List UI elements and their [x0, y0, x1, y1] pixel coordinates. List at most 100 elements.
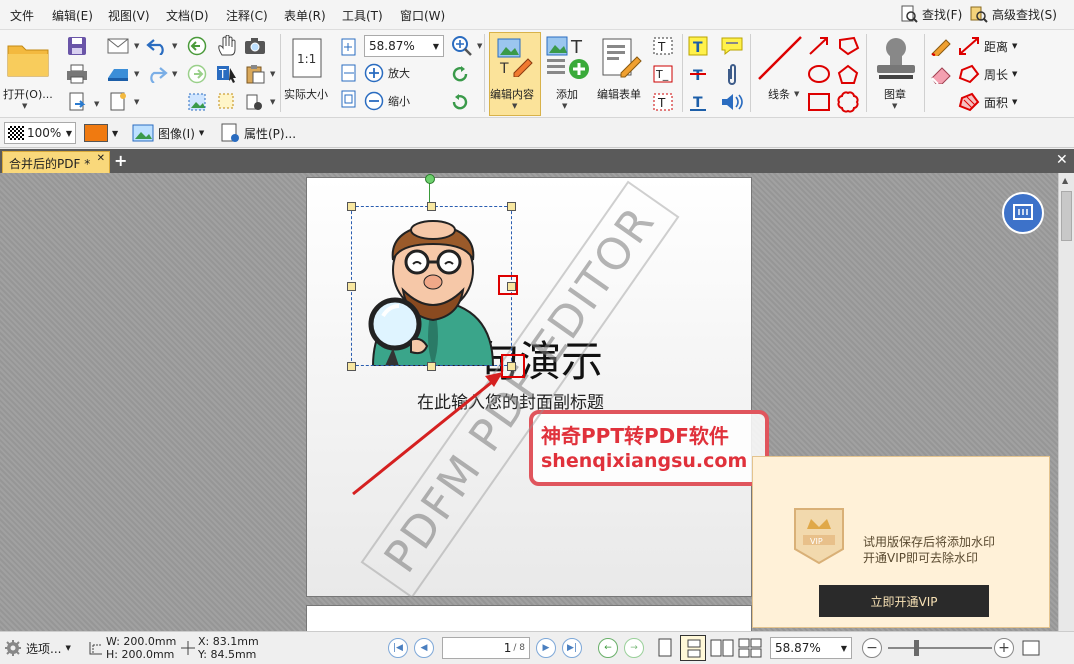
undo-button[interactable] [144, 34, 170, 58]
eraser-tool-button[interactable] [928, 62, 954, 86]
find-tool-dropdown-icon[interactable]: ▼ [270, 98, 275, 106]
attachment-button[interactable] [718, 62, 746, 86]
redo-dropdown-icon[interactable]: ▼ [172, 70, 177, 78]
rectangle-tool-button[interactable] [806, 90, 832, 114]
menu-form[interactable]: 表单(R) [284, 7, 326, 24]
open-vip-button[interactable]: 立即开通VIP [819, 585, 989, 617]
cloud-tool-button[interactable] [834, 90, 862, 114]
zoom-dropdown[interactable]: 58.87% ▼ [364, 35, 444, 57]
scan-button[interactable] [104, 62, 132, 86]
zoom-tool-dropdown-icon[interactable]: ▼ [477, 42, 482, 50]
add-dropdown-icon[interactable]: ▼ [562, 102, 567, 110]
add-button[interactable]: T [544, 34, 592, 82]
zoom-slider[interactable] [888, 647, 992, 649]
stamp-dropdown-icon[interactable]: ▼ [892, 102, 897, 110]
rotate-right-button[interactable] [448, 90, 472, 114]
rotation-handle[interactable] [425, 174, 435, 184]
resize-handle-nw[interactable] [347, 202, 356, 211]
clipboard-button[interactable] [242, 62, 268, 86]
page-number-input[interactable]: 1 / 8 [442, 637, 530, 659]
menu-window[interactable]: 窗口(W) [400, 7, 445, 24]
rotate-left-button[interactable] [448, 62, 472, 86]
resize-handle-ne[interactable] [507, 202, 516, 211]
snapshot-select-button[interactable] [184, 90, 210, 114]
next-page-icon[interactable]: ▶ [536, 638, 556, 658]
zoom-slider-thumb[interactable] [914, 640, 919, 656]
facing-page-icon[interactable] [710, 638, 734, 658]
new-dropdown-icon[interactable]: ▼ [134, 98, 139, 106]
save-button[interactable] [64, 34, 90, 58]
last-page-icon[interactable]: ▶| [562, 638, 582, 658]
menu-edit[interactable]: 编辑(E) [52, 7, 93, 24]
actual-size-button[interactable]: 1:1 [288, 36, 326, 80]
facing-continuous-icon[interactable] [738, 638, 762, 658]
highlight-text-button[interactable]: T [686, 34, 710, 58]
edit-content-dropdown-icon[interactable]: ▼ [512, 102, 517, 110]
polygon-tool-button[interactable] [834, 34, 862, 58]
email-button[interactable] [104, 34, 132, 58]
advanced-find-button[interactable]: 高级查找(S) [970, 5, 1057, 23]
tab-close-icon[interactable]: ✕ [97, 153, 105, 164]
typewriter-button[interactable]: T [650, 34, 676, 58]
options-button[interactable]: 选项... ▼ [4, 638, 80, 658]
zoom-out-button[interactable]: 缩小 [364, 90, 424, 112]
callout-text-button[interactable]: T [650, 90, 676, 114]
resize-handle-w[interactable] [347, 282, 356, 291]
new-tab-icon[interactable]: + [114, 151, 127, 170]
zoom-out-circle-icon[interactable]: − [862, 638, 882, 658]
print-button[interactable] [64, 62, 90, 86]
select-area-button[interactable] [214, 90, 240, 114]
pdf-page[interactable]: 一句演示 在此输入您的封面副标题 神奇PPT转PDF软件 shenqixiang… [306, 174, 769, 599]
email-dropdown-icon[interactable]: ▼ [134, 42, 139, 50]
workspace-float-button[interactable] [1002, 192, 1044, 234]
pencil-tool-button[interactable] [928, 34, 954, 58]
perimeter-tool-button[interactable]: 周长 ▼ [958, 62, 1024, 86]
zoom-in-button[interactable]: 放大 [364, 62, 424, 84]
opacity-dropdown[interactable]: 100% ▼ [4, 122, 76, 144]
new-document-button[interactable] [104, 90, 132, 114]
open-dropdown-icon[interactable]: ▼ [22, 102, 27, 110]
find-button[interactable]: 查找(F) [900, 5, 962, 23]
menu-view[interactable]: 视图(V) [108, 7, 150, 24]
redo-button[interactable] [144, 62, 170, 86]
text-field-button[interactable]: T_ [650, 62, 676, 86]
menu-tools[interactable]: 工具(T) [342, 7, 383, 24]
selection-box[interactable] [347, 174, 516, 371]
undo-dropdown-icon[interactable]: ▼ [172, 42, 177, 50]
pentagon-tool-button[interactable] [834, 62, 862, 86]
line-tool-button[interactable] [754, 34, 804, 82]
continuous-page-button[interactable] [680, 635, 706, 661]
menu-file[interactable]: 文件 [10, 7, 34, 24]
resize-handle-n[interactable] [427, 202, 436, 211]
fit-page-button[interactable] [338, 36, 360, 58]
document-tab[interactable]: 合并后的PDF * ✕ [2, 151, 110, 173]
arrow-tool-button[interactable] [806, 34, 832, 58]
image-menu-button[interactable]: 图像(I) ▼ [132, 122, 212, 144]
scrollbar-thumb[interactable] [1061, 191, 1072, 241]
strikeout-button[interactable]: T [686, 62, 710, 86]
select-text-button[interactable]: T [214, 62, 240, 86]
sound-button[interactable] [718, 90, 746, 114]
fit-visible-button[interactable] [338, 88, 360, 110]
back-button[interactable] [184, 34, 210, 58]
clipboard-dropdown-icon[interactable]: ▼ [270, 70, 275, 78]
hand-tool-button[interactable] [214, 34, 240, 58]
underline-button[interactable]: T [686, 90, 710, 114]
stamp-button[interactable] [872, 34, 920, 82]
single-page-icon[interactable] [656, 638, 674, 658]
vertical-scrollbar[interactable]: ▲ [1058, 173, 1074, 631]
lines-dropdown-icon[interactable]: ▼ [794, 90, 799, 98]
export-button[interactable] [64, 90, 90, 114]
back-view-icon[interactable]: ← [598, 638, 618, 658]
fill-color-button[interactable]: ▼ [84, 122, 126, 144]
snapshot-button[interactable] [242, 34, 268, 58]
zoom-tool-button[interactable] [448, 34, 476, 58]
note-button[interactable] [718, 34, 746, 58]
open-button[interactable] [4, 36, 52, 82]
fit-width-button[interactable] [338, 62, 360, 84]
first-page-icon[interactable]: |◀ [388, 638, 408, 658]
forward-view-icon[interactable]: → [624, 638, 644, 658]
distance-tool-button[interactable]: 距离 ▼ [958, 34, 1024, 58]
properties-button[interactable]: 属性(P)... [220, 122, 304, 144]
scan-dropdown-icon[interactable]: ▼ [134, 70, 139, 78]
